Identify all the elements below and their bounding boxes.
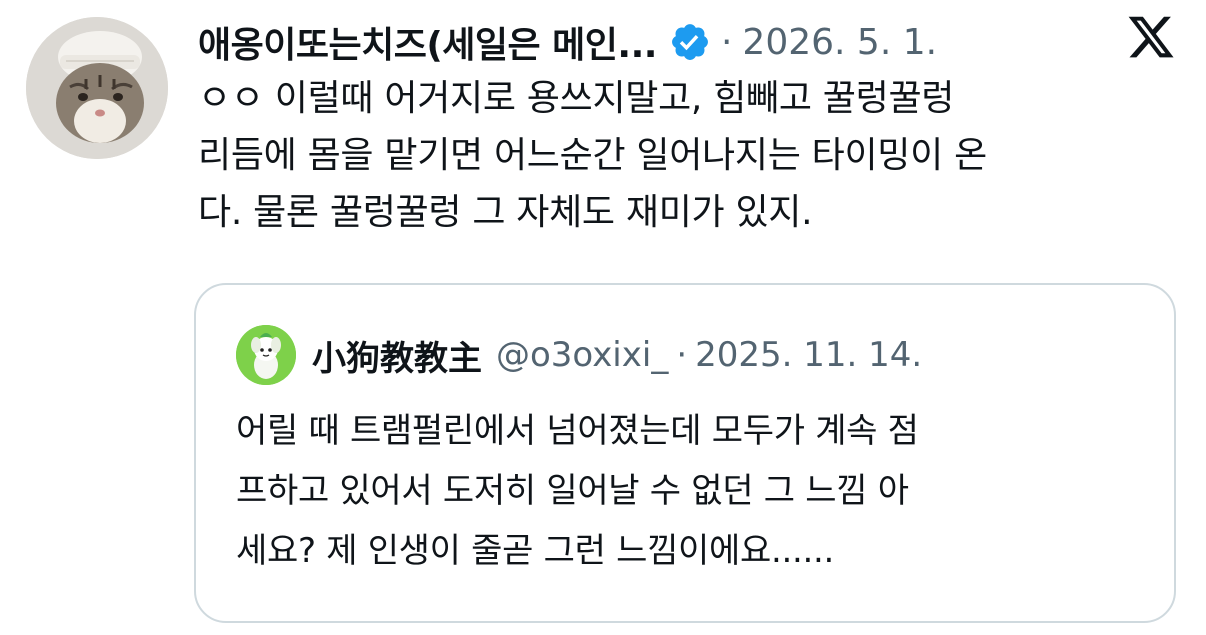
cat-avatar-image — [26, 17, 168, 159]
post-text-line: ㅇㅇ 이럴때 어거지로 용쓰지말고, 힘빼고 꿀렁꿀렁 — [198, 78, 955, 119]
quoted-author-avatar[interactable] — [236, 325, 296, 385]
header-separator: · — [720, 21, 733, 63]
quoted-post-header: 小狗教教主 @o3oxixi_ · 2025. 11. 14. — [236, 325, 922, 385]
verified-badge-icon — [669, 21, 711, 63]
quoted-post-card[interactable]: 小狗教教主 @o3oxixi_ · 2025. 11. 14. 어릴 때 트램펄… — [194, 283, 1176, 623]
mascot-avatar-image — [236, 325, 296, 385]
quoted-header-separator: · — [676, 335, 688, 375]
x-logo-icon[interactable] — [1126, 12, 1176, 62]
post-text-line: 다. 물론 꿀렁꿀렁 그 자체도 재미가 있지. — [198, 192, 813, 233]
quoted-text-line: 프하고 있어서 도저히 일어날 수 없던 그 느낌 아 — [236, 471, 909, 511]
quoted-author-display-name[interactable]: 小狗教教主 — [312, 331, 482, 380]
author-avatar[interactable] — [26, 17, 168, 159]
post-text-line: 리듬에 몸을 맡기면 어느순간 일어나지는 타이밍이 온 — [198, 135, 987, 176]
post-text: ㅇㅇ 이럴때 어거지로 용쓰지말고, 힘빼고 꿀렁꿀렁 리듬에 몸을 맡기면 어… — [198, 70, 1183, 241]
author-display-name[interactable]: 애옹이또는치즈(세일은 메인... — [198, 16, 657, 68]
quoted-author-handle[interactable]: @o3oxixi_ — [496, 335, 668, 375]
post-header: 애옹이또는치즈(세일은 메인... · 2026. 5. 1. — [198, 14, 937, 70]
quoted-post-date[interactable]: 2025. 11. 14. — [695, 335, 922, 375]
quoted-text-line: 어릴 때 트램펄린에서 넘어졌는데 모두가 계속 점 — [236, 411, 919, 451]
post-date[interactable]: 2026. 5. 1. — [742, 22, 937, 63]
quoted-post-text: 어릴 때 트램펄린에서 넘어졌는데 모두가 계속 점 프하고 있어서 도저히 일… — [236, 401, 1156, 581]
quoted-text-line: 세요? 제 인생이 줄곧 그런 느낌이에요...... — [236, 531, 835, 571]
